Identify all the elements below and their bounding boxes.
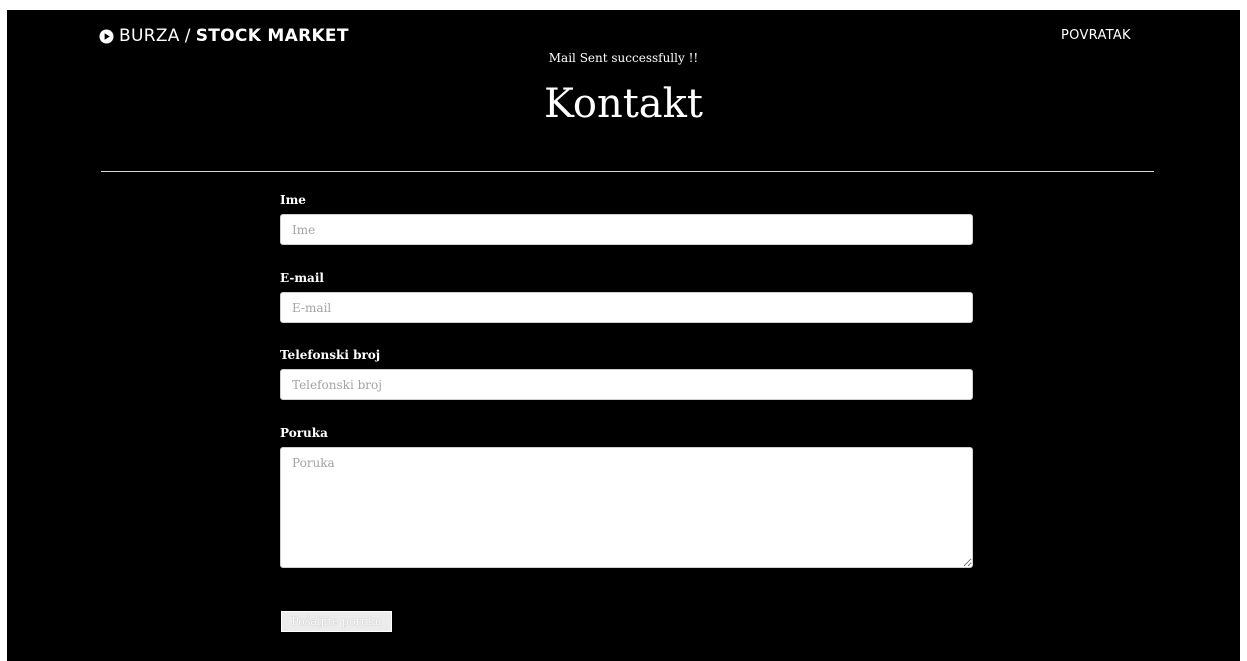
success-message: Mail Sent successfully !!	[548, 51, 699, 65]
email-label: E-mail	[280, 271, 324, 285]
brand-name-primary: BURZA	[119, 26, 180, 46]
name-label: Ime	[280, 193, 306, 207]
message-label: Poruka	[280, 426, 328, 440]
phone-field[interactable]	[280, 369, 973, 400]
page-title: Kontakt	[544, 81, 703, 127]
brand-name-secondary: STOCK MARKET	[195, 26, 349, 46]
play-circle-icon	[99, 28, 114, 44]
header-divider	[101, 171, 1154, 172]
brand-separator: /	[184, 26, 191, 46]
send-message-button[interactable]: Pošaljite poruku	[281, 611, 392, 632]
name-field[interactable]	[280, 214, 973, 245]
back-link[interactable]: POVRATAK	[1061, 28, 1131, 43]
brand-logo[interactable]: BURZA / STOCK MARKET	[99, 26, 349, 46]
phone-label: Telefonski broj	[280, 348, 381, 362]
page-frame: BURZA / STOCK MARKET POVRATAK Mail Sent …	[7, 10, 1240, 661]
email-field[interactable]	[280, 292, 973, 323]
message-field[interactable]	[280, 447, 973, 568]
